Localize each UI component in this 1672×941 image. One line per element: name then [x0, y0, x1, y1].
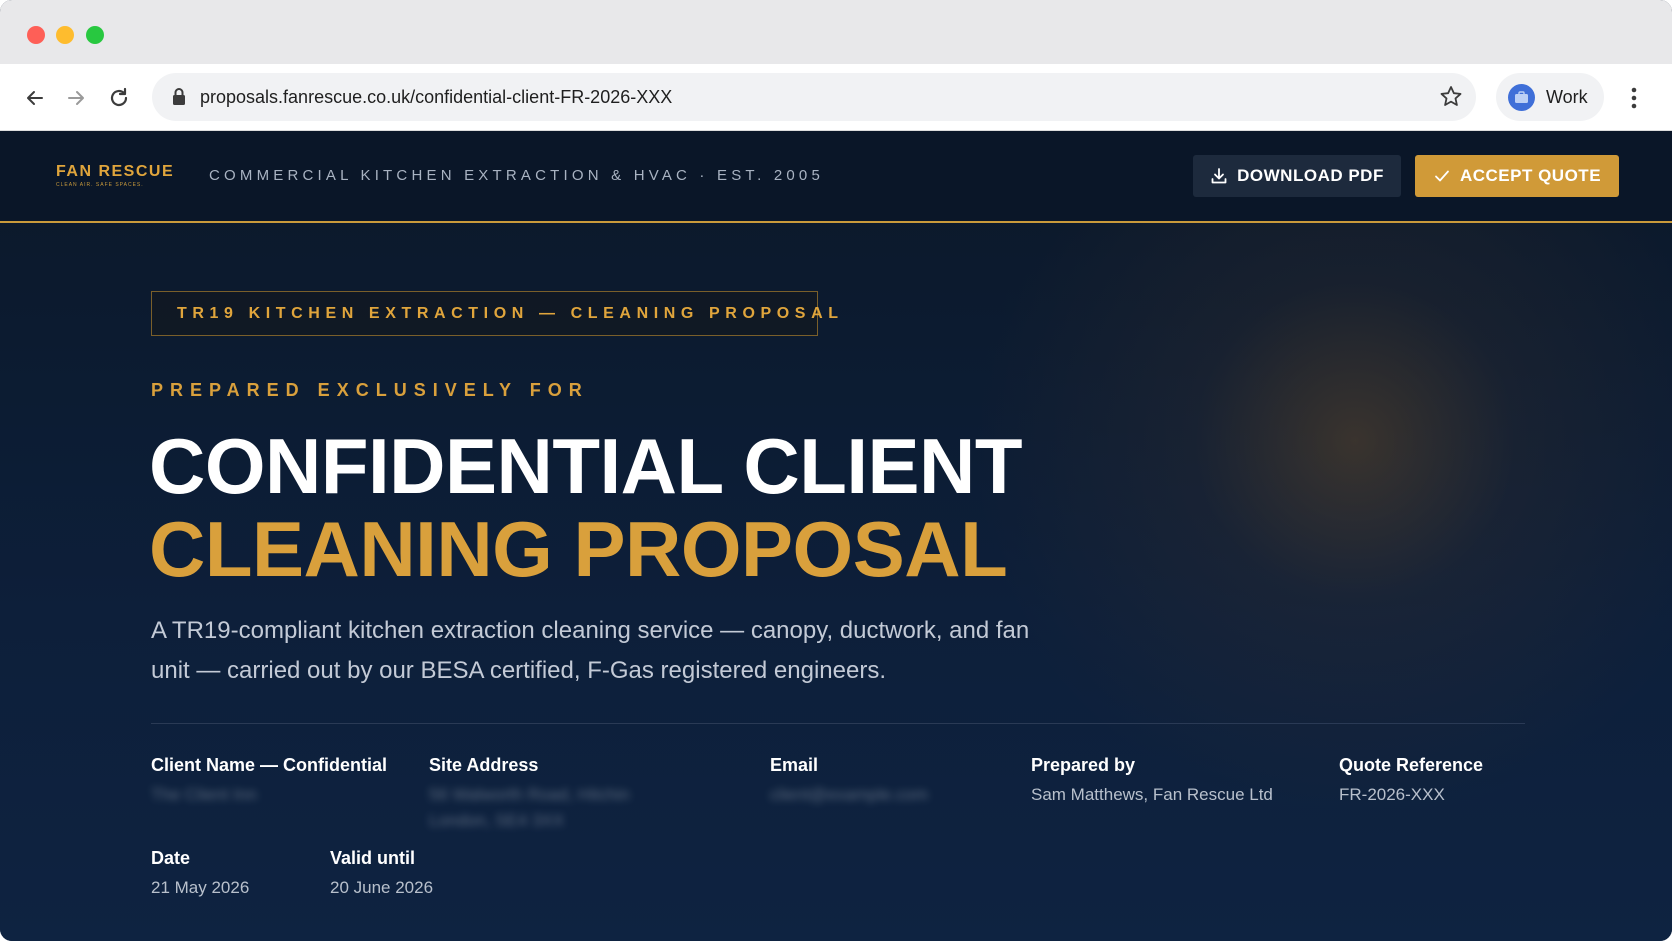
reload-button[interactable]: [101, 80, 137, 116]
site-address-line2: London, SE4 3XX: [429, 811, 565, 830]
client-name-value: The Client Inn: [151, 785, 257, 804]
bookmark-star-icon[interactable]: [1438, 84, 1464, 110]
intro-paragraph: A TR19-compliant kitchen extraction clea…: [151, 617, 1030, 684]
minimize-window-button[interactable]: [56, 26, 74, 44]
prepared-for-eyebrow: PREPARED EXCLUSIVELY FOR: [151, 380, 589, 400]
checkmark-icon: [1433, 167, 1451, 185]
arrow-left-icon: [27, 91, 43, 105]
brand-logo[interactable]: FAN RESCUE: [56, 163, 174, 181]
valid-until-label: Valid until: [330, 848, 416, 868]
page-title-line2: CLEANING PROPOSAL: [149, 505, 1008, 593]
prepared-by-value: Sam Matthews, Fan Rescue Ltd: [1031, 785, 1273, 804]
arrow-right-icon: [68, 91, 84, 105]
back-button[interactable]: [17, 80, 53, 116]
briefcase-icon: [1515, 91, 1528, 103]
site-address-line1: 56 Walworth Road, Hitchin: [429, 785, 630, 804]
email-label: Email: [770, 755, 819, 775]
forward-button[interactable]: [58, 80, 94, 116]
maximize-window-button[interactable]: [86, 26, 104, 44]
profile-label: Work: [1546, 87, 1588, 107]
proposal-type-badge: TR19 KITCHEN EXTRACTION — CLEANING PROPO…: [151, 291, 838, 336]
profile-avatar: [1508, 84, 1535, 111]
download-icon: [1210, 167, 1228, 185]
lock-icon: [173, 88, 185, 105]
more-menu-icon[interactable]: [1622, 80, 1646, 116]
accept-quote-label: ACCEPT QUOTE: [1459, 166, 1602, 185]
date-label: Date: [151, 848, 191, 868]
site-address-label: Site Address: [429, 755, 539, 775]
page-title-line1: CONFIDENTIAL CLIENT: [149, 422, 1023, 510]
client-name-label: Client Name — Confidential: [151, 755, 388, 775]
email-value: client@example.com: [770, 785, 929, 804]
title-bar: [0, 0, 1672, 64]
quote-reference-label: Quote Reference: [1339, 755, 1484, 775]
profile-button[interactable]: Work: [1496, 73, 1604, 121]
site-header: FAN RESCUE CLEAN AIR. SAFE SPACES. COMME…: [0, 131, 1672, 223]
close-window-button[interactable]: [27, 26, 45, 44]
header-strapline: COMMERCIAL KITCHEN EXTRACTION & HVAC · E…: [209, 167, 825, 184]
date-value: 21 May 2026: [151, 878, 250, 897]
section-divider: [151, 723, 1525, 724]
download-pdf-label: DOWNLOAD PDF: [1237, 166, 1384, 185]
download-pdf-button[interactable]: DOWNLOAD PDF: [1193, 155, 1401, 197]
browser-toolbar: proposals.fanrescue.co.uk/confidential-c…: [0, 64, 1672, 131]
address-bar[interactable]: proposals.fanrescue.co.uk/confidential-c…: [152, 73, 1476, 121]
valid-until-value: 20 June 2026: [330, 878, 434, 897]
browser-window: proposals.fanrescue.co.uk/confidential-c…: [0, 0, 1672, 941]
quote-reference-value: FR-2026-XXX: [1339, 785, 1445, 804]
prepared-by-label: Prepared by: [1031, 755, 1136, 775]
brand-tagline: CLEAN AIR. SAFE SPACES.: [56, 182, 144, 188]
accept-quote-button[interactable]: ACCEPT QUOTE: [1415, 155, 1619, 197]
proposal-page: FAN RESCUE CLEAN AIR. SAFE SPACES. COMME…: [0, 131, 1672, 941]
reload-icon: [110, 87, 128, 107]
url-text[interactable]: proposals.fanrescue.co.uk/confidential-c…: [200, 73, 672, 121]
